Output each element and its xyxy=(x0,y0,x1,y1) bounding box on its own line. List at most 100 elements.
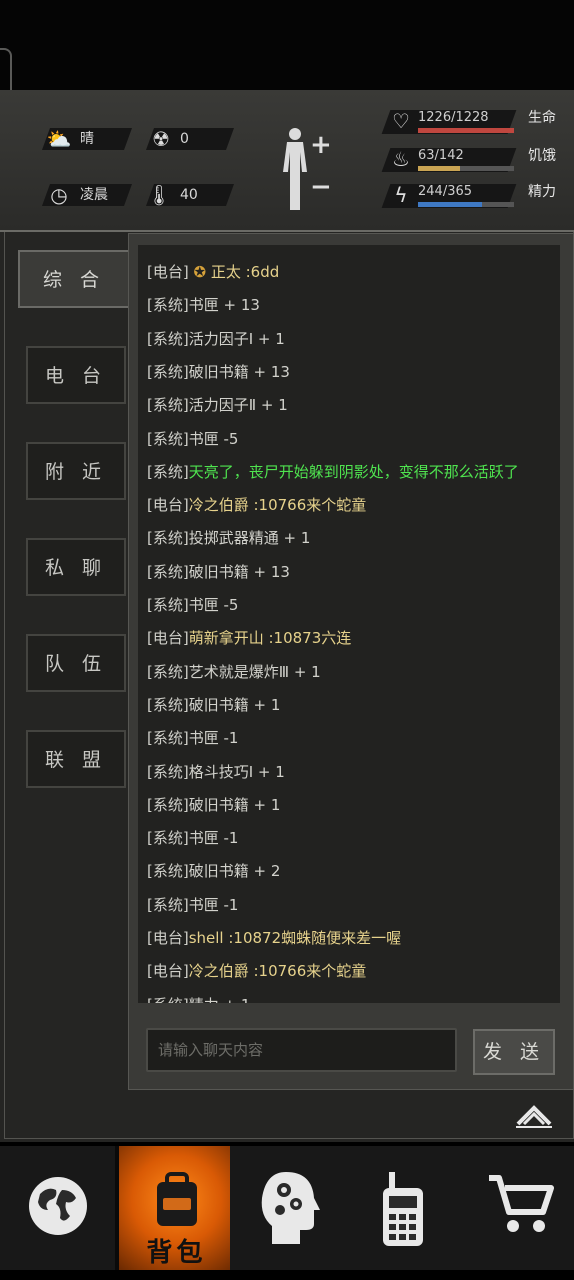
chat-message-channel: [系统] xyxy=(147,596,189,614)
chat-message: [系统]书匣 -1 xyxy=(147,824,238,852)
chat-message: [电台]shell :10872蜘蛛随便来差一喔 xyxy=(147,924,401,952)
clock-icon: ◷ xyxy=(50,183,68,207)
chat-message-text: 投掷武器精通 + 1 xyxy=(188,529,311,548)
chat-message: [系统]破旧书籍 + 13 xyxy=(147,358,290,386)
nav-backpack[interactable]: 背包 xyxy=(119,1146,234,1280)
chat-message-text: 活力因子Ⅱ + 1 xyxy=(188,396,288,415)
temperature-text: 40 xyxy=(180,187,198,203)
minus-icon[interactable]: − xyxy=(310,172,332,202)
vip-badge-icon: ✪ xyxy=(188,263,211,281)
nav-skills[interactable] xyxy=(230,1146,345,1280)
health-bar xyxy=(418,128,514,133)
chat-message-text: 书匣 -5 xyxy=(188,429,239,448)
chat-input[interactable] xyxy=(148,1030,455,1070)
chat-message-text: 冷之伯爵 :10766来个蛇童 xyxy=(188,496,367,515)
nav-radio[interactable] xyxy=(345,1146,460,1280)
chat-message: [系统]艺术就是爆炸Ⅲ + 1 xyxy=(147,658,321,686)
chat-message-text: 艺术就是爆炸Ⅲ + 1 xyxy=(188,662,321,681)
chat-message-channel: [电台] xyxy=(147,496,189,515)
chat-message-text: 破旧书籍 + 2 xyxy=(188,862,281,881)
chat-message-channel: [系统] xyxy=(147,695,189,714)
chat-message-channel: [系统] xyxy=(147,562,189,581)
hunger-value: 63/142 xyxy=(418,148,464,163)
nav-world-map[interactable] xyxy=(0,1146,115,1280)
weather-text: 晴 xyxy=(80,131,94,147)
chat-message-text: 书匣 -1 xyxy=(188,829,239,848)
chat-message-text: 书匣 + 13 xyxy=(188,296,260,315)
chat-message-text: 精力 + 1 xyxy=(189,996,251,1003)
chat-message: [系统]活力因子Ⅰ + 1 xyxy=(147,325,285,353)
globe-icon xyxy=(29,1177,87,1235)
chat-message-channel: [系统] xyxy=(147,296,189,315)
thermometer-icon: 🌡 xyxy=(146,183,172,207)
health-value: 1226/1228 xyxy=(418,110,489,125)
chat-message-channel: [电台] xyxy=(147,929,189,947)
tab-private[interactable]: 私 聊 xyxy=(26,538,126,596)
chat-message: [电台]冷之伯爵 :10766来个蛇童 xyxy=(147,957,366,985)
backpack-icon xyxy=(157,1172,197,1226)
chat-message-text: 正太 :6dd xyxy=(210,263,280,281)
tab-nearby[interactable]: 附 近 xyxy=(26,442,126,500)
tab-team[interactable]: 队 伍 xyxy=(26,634,126,692)
tab-alliance[interactable]: 联 盟 xyxy=(26,730,126,788)
hunger-label: 饥饿 xyxy=(528,148,556,164)
chat-message-text: 天亮了，丧尸开始躲到阴影处，变得不那么活跃了 xyxy=(188,462,519,481)
chat-message-text: 格斗技巧Ⅰ + 1 xyxy=(188,762,285,781)
cloud-sun-icon: ⛅ xyxy=(46,127,72,151)
energy-bar-fill xyxy=(418,202,483,207)
chat-input-box[interactable] xyxy=(146,1028,457,1072)
body-status-icon[interactable] xyxy=(278,126,312,212)
nav-shop[interactable] xyxy=(459,1146,574,1280)
chat-log[interactable]: [电台] ✪ 正太 :6dd [系统]书匣 + 13 [系统]活力因子Ⅰ + 1 [系… xyxy=(138,245,560,1003)
chat-message-channel: [系统] xyxy=(147,762,189,781)
chat-message: [电台]萌新拿开山 :10873六连 xyxy=(147,624,351,652)
top-status-area xyxy=(0,0,574,132)
walkie-talkie-icon xyxy=(383,1172,423,1246)
shopping-cart-icon xyxy=(489,1175,554,1232)
chat-message-channel: [系统] xyxy=(147,895,189,914)
chat-message-channel: [系统] xyxy=(147,795,189,814)
chat-message-channel: [系统] xyxy=(147,396,189,415)
chat-message-channel: [系统] xyxy=(147,662,189,681)
stomach-icon: ♨ xyxy=(392,147,410,171)
chat-message-channel: [电台] xyxy=(147,962,189,981)
chat-message: [系统]活力因子Ⅱ + 1 xyxy=(147,391,288,419)
chat-message-text: 破旧书籍 + 13 xyxy=(188,562,290,581)
chat-message-channel: [系统] xyxy=(147,729,189,748)
hunger-bar xyxy=(418,166,514,171)
chat-message: [系统]天亮了，丧尸开始躲到阴影处，变得不那么活跃了 xyxy=(147,458,519,486)
chat-message-text: 书匣 -1 xyxy=(188,729,239,748)
chat-message-text: 破旧书籍 + 13 xyxy=(188,362,290,381)
chat-message-channel: [系统] xyxy=(147,462,189,481)
hunger-bar-fill xyxy=(418,166,461,171)
plus-icon[interactable]: + xyxy=(310,130,332,160)
chat-message-channel: [系统] xyxy=(147,362,189,381)
collapse-up-icon[interactable] xyxy=(514,1100,554,1130)
chat-message: [电台] ✪ 正太 :6dd xyxy=(147,258,279,286)
chat-message: [系统]书匣 -5 xyxy=(147,425,238,453)
chat-message-channel: [电台] xyxy=(147,263,189,281)
chat-message: [系统]破旧书籍 + 1 xyxy=(147,691,280,719)
chat-message-text: 破旧书籍 + 1 xyxy=(188,695,281,714)
energy-bar xyxy=(418,202,514,207)
chat-message: [系统]书匣 -1 xyxy=(147,891,238,919)
chat-message-channel: [系统] xyxy=(147,996,189,1003)
chat-message-channel: [系统] xyxy=(147,529,189,548)
chat-message: [系统]破旧书籍 + 2 xyxy=(147,857,280,885)
chat-message: [系统]书匣 -1 xyxy=(147,724,238,752)
chat-message-text: 书匣 -1 xyxy=(188,895,239,914)
chat-message-text: 书匣 -5 xyxy=(188,596,239,614)
chat-message-channel: [系统] xyxy=(147,429,189,448)
tab-all[interactable]: 综 合 xyxy=(18,250,130,308)
nav-backpack-label: 背包 xyxy=(146,1238,207,1268)
head-gears-icon xyxy=(261,1172,320,1244)
nav-bottom-edge xyxy=(0,1270,574,1280)
heart-icon: ♡ xyxy=(392,109,410,133)
chat-message-channel: [系统] xyxy=(147,862,189,881)
chat-message-channel: [电台] xyxy=(147,629,189,648)
send-button[interactable]: 发 送 xyxy=(473,1029,555,1075)
chat-message-channel: [系统] xyxy=(147,329,189,348)
chat-message: [电台]冷之伯爵 :10766来个蛇童 xyxy=(147,491,366,519)
tab-radio[interactable]: 电 台 xyxy=(26,346,126,404)
chat-message-text: 破旧书籍 + 1 xyxy=(188,795,281,814)
